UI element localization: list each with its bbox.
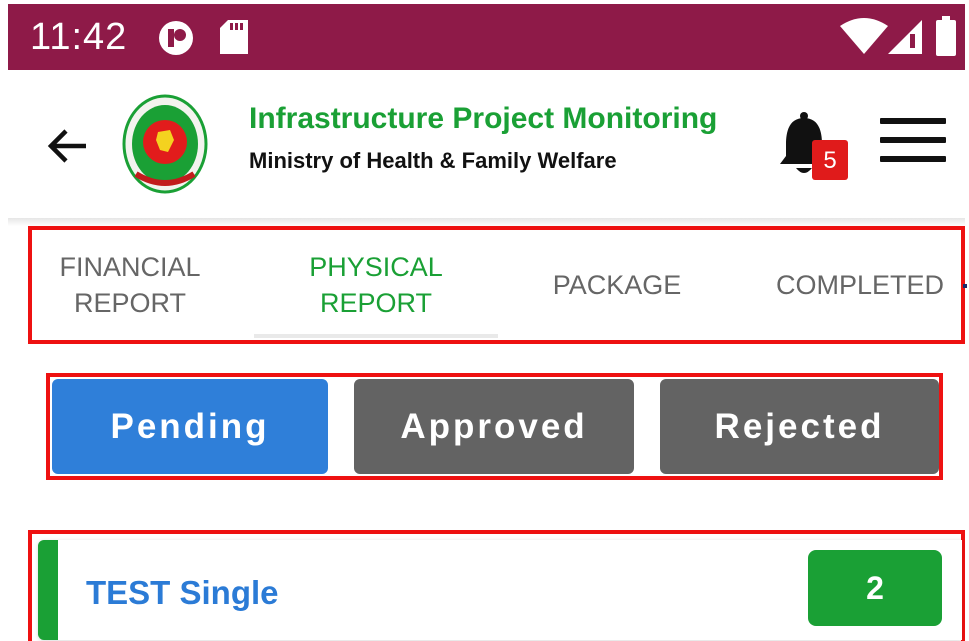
notification-count-badge: 5 bbox=[812, 140, 848, 180]
frame-edge-left bbox=[0, 0, 8, 641]
tab-financial-report[interactable]: FINANCIAL REPORT bbox=[32, 230, 228, 340]
app-title: Infrastructure Project Monitoring bbox=[249, 102, 718, 135]
report-tab-bar: FINANCIAL REPORT PHYSICAL REPORT PACKAGE… bbox=[28, 226, 967, 344]
status-bar: 11:42 bbox=[8, 4, 965, 70]
back-arrow-icon[interactable] bbox=[42, 120, 94, 172]
app-subtitle: Ministry of Health & Family Welfare bbox=[249, 148, 617, 173]
government-logo-icon bbox=[122, 92, 208, 196]
approved-button[interactable]: Approved bbox=[354, 379, 634, 474]
tab-label: PHYSICAL REPORT bbox=[309, 252, 443, 318]
rejected-label: Rejected bbox=[714, 406, 885, 446]
tab-label: PACKAGE bbox=[552, 270, 682, 300]
hamburger-menu-icon[interactable] bbox=[880, 118, 946, 162]
project-title: TEST Single bbox=[86, 574, 279, 611]
tab-label: FINANCIAL REPORT bbox=[59, 252, 201, 318]
pending-button[interactable]: Pending bbox=[52, 379, 328, 474]
cell-signal-icon bbox=[888, 20, 922, 59]
status-filter-group: Pending Approved Rejected bbox=[46, 373, 943, 480]
list-item[interactable]: TEST Single 2 bbox=[38, 540, 962, 640]
project-count-badge: 2 bbox=[808, 550, 942, 626]
battery-icon bbox=[936, 16, 956, 61]
sd-card-icon bbox=[220, 20, 248, 59]
active-tab-indicator bbox=[254, 334, 498, 338]
project-list: TEST Single 2 bbox=[28, 530, 965, 641]
tab-scroll-indicator bbox=[963, 284, 967, 288]
header-shadow bbox=[8, 218, 965, 226]
approved-label: Approved bbox=[400, 406, 588, 446]
tab-physical-report[interactable]: PHYSICAL REPORT bbox=[254, 230, 498, 340]
status-time: 11:42 bbox=[30, 16, 128, 58]
rejected-button[interactable]: Rejected bbox=[660, 379, 939, 474]
wifi-icon bbox=[840, 18, 888, 59]
tab-package[interactable]: PACKAGE bbox=[522, 230, 712, 340]
tab-completed[interactable]: COMPLETED bbox=[756, 230, 964, 340]
notification-app-icon bbox=[158, 20, 194, 61]
app-header: Infrastructure Project Monitoring Minist… bbox=[8, 70, 965, 218]
pending-label: Pending bbox=[110, 406, 270, 446]
tab-label: COMPLETED bbox=[775, 270, 945, 300]
